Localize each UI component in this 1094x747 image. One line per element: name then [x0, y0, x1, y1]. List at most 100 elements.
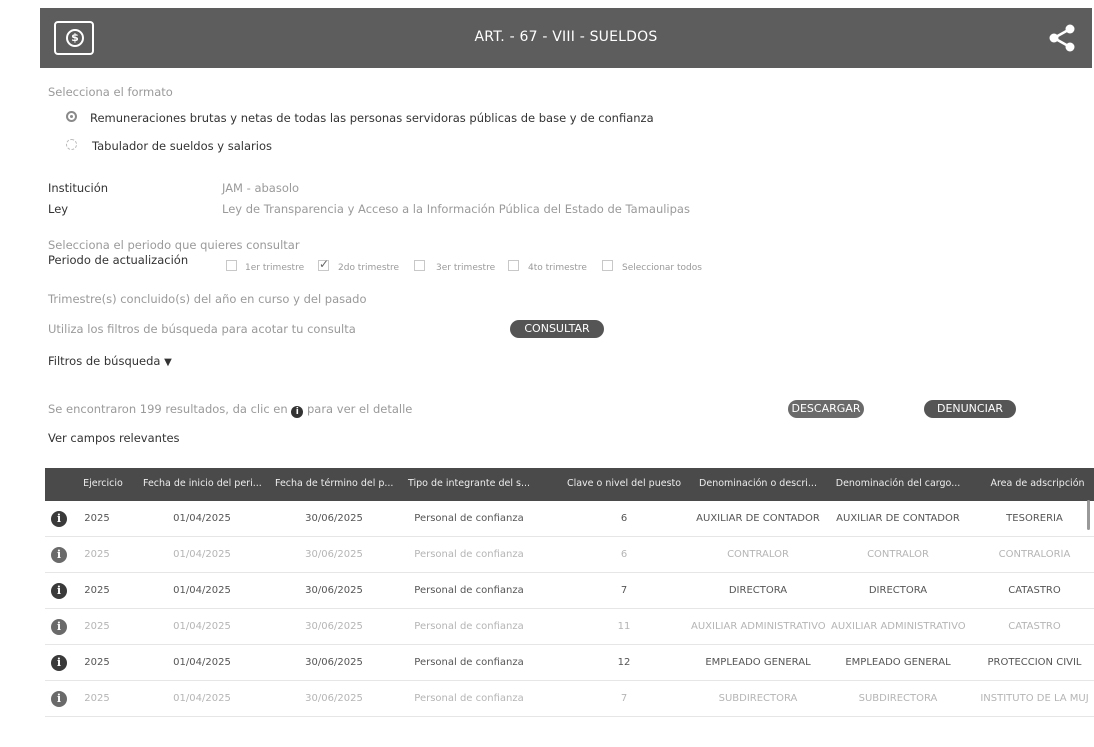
- info-icon: i: [291, 406, 304, 418]
- cell-ejercicio: 2025: [84, 513, 110, 524]
- format-radio-tabulador[interactable]: [66, 139, 77, 150]
- column-header-clave-nivel[interactable]: Clave o nivel del puesto: [563, 478, 685, 489]
- consult-button[interactable]: CONSULTAR: [510, 320, 604, 338]
- cell-tipo-integrante: Personal de confianza: [414, 693, 524, 704]
- cell-fecha-inicio: 01/04/2025: [173, 585, 231, 596]
- cell-clave-nivel: 11: [617, 621, 631, 632]
- period-checkbox-q4[interactable]: [508, 260, 519, 271]
- results-summary-prefix: Se encontraron 199 resultados, da clic e…: [48, 402, 288, 416]
- cell-tipo-integrante: Personal de confianza: [414, 549, 524, 560]
- format-option-remuneraciones[interactable]: Remuneraciones brutas y netas de todas l…: [90, 111, 654, 125]
- filters-toggle[interactable]: Filtros de búsqueda ▼: [48, 354, 172, 368]
- row-info-icon[interactable]: i: [51, 583, 67, 599]
- period-option-q4[interactable]: 4to trimestre: [528, 263, 587, 273]
- table-row: i 2025 01/04/2025 30/06/2025 Personal de…: [45, 681, 1094, 717]
- cell-area-adscripcion: CATASTRO: [1008, 621, 1061, 632]
- period-label: Periodo de actualización: [48, 253, 189, 267]
- cell-ejercicio: 2025: [84, 657, 110, 668]
- institution-value: JAM - abasolo: [222, 181, 300, 195]
- period-prompt: Selecciona el periodo que quieres consul…: [48, 238, 300, 252]
- period-note: Trimestre(s) concluido(s) del año en cur…: [48, 292, 367, 306]
- period-checkbox-q2[interactable]: [318, 257, 329, 271]
- cell-ejercicio: 2025: [84, 549, 110, 560]
- cell-fecha-termino: 30/06/2025: [305, 657, 363, 668]
- cell-tipo-integrante: Personal de confianza: [414, 513, 524, 524]
- cell-fecha-inicio: 01/04/2025: [173, 693, 231, 704]
- cell-denominacion-cargo: AUXILIAR ADMINISTRATIVO: [831, 621, 965, 632]
- format-option-tabulador[interactable]: Tabulador de sueldos y salarios: [92, 139, 272, 153]
- cell-denominacion-puesto: AUXILIAR DE CONTADOR: [696, 513, 820, 524]
- column-header-area-adscripcion[interactable]: Área de adscripción: [981, 478, 1094, 489]
- period-option-all[interactable]: Seleccionar todos: [622, 263, 702, 273]
- chevron-down-icon: ▼: [164, 357, 172, 368]
- cell-fecha-inicio: 01/04/2025: [173, 549, 231, 560]
- period-option-q1[interactable]: 1er trimestre: [245, 263, 304, 273]
- column-header-tipo-integrante[interactable]: Tipo de integrante del s...: [405, 478, 533, 489]
- table-row: i 2025 01/04/2025 30/06/2025 Personal de…: [45, 573, 1094, 609]
- cell-denominacion-cargo: SUBDIRECTORA: [858, 693, 938, 704]
- cell-denominacion-puesto: AUXILIAR ADMINISTRATIVO: [691, 621, 825, 632]
- cell-fecha-termino: 30/06/2025: [305, 549, 363, 560]
- cell-tipo-integrante: Personal de confianza: [414, 621, 524, 632]
- cell-tipo-integrante: Personal de confianza: [414, 585, 524, 596]
- cell-fecha-termino: 30/06/2025: [305, 693, 363, 704]
- cell-clave-nivel: 12: [617, 657, 631, 668]
- cell-fecha-termino: 30/06/2025: [305, 513, 363, 524]
- cell-fecha-termino: 30/06/2025: [305, 621, 363, 632]
- table-row: i 2025 01/04/2025 30/06/2025 Personal de…: [45, 609, 1094, 645]
- column-header-denominacion-cargo[interactable]: Denominación del cargo...: [835, 478, 961, 489]
- period-option-q2[interactable]: 2do trimestre: [338, 263, 399, 273]
- results-summary: Se encontraron 199 resultados, da clic e…: [48, 402, 412, 418]
- cell-clave-nivel: 6: [620, 513, 628, 524]
- column-header-ejercicio[interactable]: Ejercicio: [75, 478, 131, 489]
- cell-clave-nivel: 6: [620, 549, 628, 560]
- cell-fecha-inicio: 01/04/2025: [173, 513, 231, 524]
- row-info-icon[interactable]: i: [51, 655, 67, 671]
- cell-denominacion-puesto: SUBDIRECTORA: [718, 693, 798, 704]
- table-header: Ejercicio Fecha de inicio del peri... Fe…: [45, 468, 1094, 501]
- row-info-icon[interactable]: i: [51, 511, 67, 527]
- cell-ejercicio: 2025: [84, 585, 110, 596]
- column-header-denominacion-puesto[interactable]: Denominación o descri...: [695, 478, 821, 489]
- period-checkbox-q1[interactable]: [226, 260, 237, 271]
- law-label: Ley: [48, 202, 69, 216]
- cell-clave-nivel: 7: [620, 693, 628, 704]
- row-info-icon[interactable]: i: [51, 547, 67, 563]
- cell-tipo-integrante: Personal de confianza: [414, 657, 524, 668]
- law-value: Ley de Transparencia y Acceso a la Infor…: [222, 202, 690, 216]
- table-row: i 2025 01/04/2025 30/06/2025 Personal de…: [45, 501, 1094, 537]
- cell-denominacion-cargo: EMPLEADO GENERAL: [845, 657, 951, 668]
- format-radio-remuneraciones[interactable]: [66, 111, 77, 122]
- cell-ejercicio: 2025: [84, 693, 110, 704]
- column-header-fecha-termino[interactable]: Fecha de término del p...: [275, 478, 393, 489]
- cell-clave-nivel: 7: [620, 585, 628, 596]
- cell-fecha-inicio: 01/04/2025: [173, 657, 231, 668]
- cell-denominacion-cargo: AUXILIAR DE CONTADOR: [836, 513, 960, 524]
- results-summary-suffix: para ver el detalle: [306, 402, 413, 416]
- top-bar: $ ART. - 67 - VIII - SUELDOS: [40, 8, 1092, 68]
- cell-ejercicio: 2025: [84, 621, 110, 632]
- cell-denominacion-puesto: EMPLEADO GENERAL: [705, 657, 811, 668]
- filters-toggle-label: Filtros de búsqueda: [48, 354, 161, 368]
- period-checkbox-q3[interactable]: [414, 260, 425, 271]
- institution-label: Institución: [48, 181, 109, 195]
- share-icon[interactable]: [1046, 22, 1078, 54]
- table-scrollbar[interactable]: [1087, 500, 1090, 530]
- cell-area-adscripcion: CONTRALORÍA: [998, 549, 1071, 560]
- cell-area-adscripcion: INSTITUTO DE LA MUJ: [980, 693, 1089, 704]
- cell-denominacion-cargo: DIRECTORA: [868, 585, 928, 596]
- period-checkbox-all[interactable]: [602, 260, 613, 271]
- column-header-fecha-inicio[interactable]: Fecha de inicio del peri...: [143, 478, 261, 489]
- row-info-icon[interactable]: i: [51, 691, 67, 707]
- relevant-fields-link[interactable]: Ver campos relevantes: [48, 431, 180, 445]
- download-button[interactable]: DESCARGAR: [788, 400, 864, 418]
- period-option-q3[interactable]: 3er trimestre: [436, 263, 495, 273]
- row-info-icon[interactable]: i: [51, 619, 67, 635]
- cell-denominacion-puesto: CONTRALOR: [727, 549, 789, 560]
- table-row: i 2025 01/04/2025 30/06/2025 Personal de…: [45, 537, 1094, 573]
- cell-denominacion-puesto: DIRECTORA: [728, 585, 788, 596]
- cell-area-adscripcion: CATASTRO: [1008, 585, 1061, 596]
- report-button[interactable]: DENUNCIAR: [924, 400, 1016, 418]
- table-row: i 2025 01/04/2025 30/06/2025 Personal de…: [45, 645, 1094, 681]
- cell-fecha-inicio: 01/04/2025: [173, 621, 231, 632]
